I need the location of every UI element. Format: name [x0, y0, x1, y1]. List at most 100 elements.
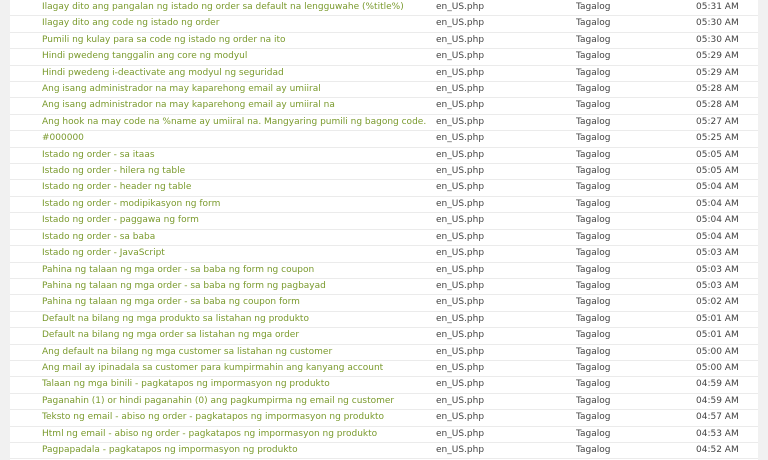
cell-file: en_US.php [436, 376, 576, 394]
translation-link[interactable]: Html ng email - abiso ng order - pagkata… [42, 429, 377, 439]
cell-time: 05:01 AM [696, 327, 758, 345]
cell-language: Tagalog [576, 278, 696, 296]
cell-time: 05:29 AM [696, 65, 758, 83]
translations-panel: Ilagay dito ang pangalan ng istado ng or… [10, 0, 758, 460]
cell-file: en_US.php [436, 311, 576, 329]
table-row: Istado ng order - JavaScript en_US.php Tag… [10, 245, 758, 263]
cell-time: 05:04 AM [696, 196, 758, 214]
cell-text: Pagpapadala - pagkatapos ng impormasyon … [10, 442, 436, 460]
translation-link[interactable]: Default na bilang ng mga produkto sa lis… [42, 314, 309, 324]
translation-link[interactable]: Hindi pwedeng tanggalin ang core ng mody… [42, 51, 247, 61]
translation-link[interactable]: Istado ng order - modipikasyon ng form [42, 199, 220, 209]
table-row: Pagpapadala - pagkatapos ng impormasyon … [10, 442, 758, 460]
table-row: Istado ng order - header ng table en_US.p… [10, 179, 758, 197]
cell-time: 05:29 AM [696, 48, 758, 66]
table-row: Ang mail ay ipinadala sa customer para k… [10, 360, 758, 378]
cell-language: Tagalog [576, 426, 696, 443]
cell-language: Tagalog [576, 163, 696, 181]
table-row: Pahina ng talaan ng mga order - sa baba … [10, 278, 758, 296]
cell-time: 05:01 AM [696, 311, 758, 329]
translation-link[interactable]: Hindi pwedeng i-deactivate ang modyul ng… [42, 68, 284, 78]
translation-link[interactable]: Istado ng order - hilera ng table [42, 166, 185, 176]
cell-language: Tagalog [576, 15, 696, 33]
cell-language: Tagalog [576, 147, 696, 165]
cell-text: Istado ng order - header ng table [10, 179, 436, 197]
cell-text: Ang mail ay ipinadala sa customer para k… [10, 360, 436, 378]
translation-link[interactable]: Istado ng order - header ng table [42, 182, 191, 192]
cell-text: Istado ng order - hilera ng table [10, 163, 436, 181]
cell-text: Ang default na bilang ng mga customer sa… [10, 344, 436, 361]
translation-link[interactable]: Ang hook na may code na %name ay umiiral… [42, 117, 426, 127]
cell-file: en_US.php [436, 130, 576, 148]
translation-link[interactable]: Pahina ng talaan ng mga order - sa baba … [42, 281, 326, 291]
table-row: Ilagay dito ang code ng istado ng order e… [10, 15, 758, 33]
cell-language: Tagalog [576, 32, 696, 50]
cell-file: en_US.php [436, 179, 576, 197]
cell-file: en_US.php [436, 147, 576, 165]
translation-link[interactable]: Istado ng order - JavaScript [42, 248, 165, 258]
cell-file: en_US.php [436, 229, 576, 247]
cell-text: Pumili ng kulay para sa code ng istado n… [10, 32, 436, 50]
translation-link[interactable]: Pumili ng kulay para sa code ng istado n… [42, 35, 286, 45]
cell-time: 05:28 AM [696, 81, 758, 99]
translation-link[interactable]: Pahina ng talaan ng mga order - sa baba … [42, 265, 314, 275]
cell-time: 04:57 AM [696, 409, 758, 427]
cell-time: 05:27 AM [696, 114, 758, 132]
cell-language: Tagalog [576, 130, 696, 148]
translation-link[interactable]: Paganahin (1) or hindi paganahin (0) ang… [42, 396, 394, 406]
cell-time: 05:00 AM [696, 360, 758, 378]
cell-language: Tagalog [576, 294, 696, 312]
translation-link[interactable]: Istado ng order - sa baba [42, 232, 155, 242]
cell-file: en_US.php [436, 442, 576, 460]
translation-link[interactable]: Ang isang administrador na may kaparehon… [42, 100, 335, 110]
cell-file: en_US.php [436, 65, 576, 83]
translation-link[interactable]: Default na bilang ng mga order sa listah… [42, 330, 299, 340]
cell-file: en_US.php [436, 0, 576, 17]
cell-file: en_US.php [436, 327, 576, 345]
translations-table-body: Ilagay dito ang pangalan ng istado ng or… [10, 0, 758, 460]
cell-text: Ang isang administrador na may kaparehon… [10, 97, 436, 115]
cell-file: en_US.php [436, 114, 576, 132]
cell-time: 05:05 AM [696, 163, 758, 181]
cell-language: Tagalog [576, 311, 696, 329]
translations-table: Ilagay dito ang pangalan ng istado ng or… [10, 0, 758, 460]
translation-link[interactable]: Talaan ng mga binili - pagkatapos ng imp… [42, 379, 330, 389]
translation-link[interactable]: #000000 [42, 133, 84, 143]
translation-link[interactable]: Ilagay dito ang pangalan ng istado ng or… [42, 2, 404, 12]
cell-language: Tagalog [576, 229, 696, 247]
translation-link[interactable]: Istado ng order - paggawa ng form [42, 215, 199, 225]
cell-text: Istado ng order - sa itaas [10, 147, 436, 165]
cell-language: Tagalog [576, 212, 696, 230]
translation-link[interactable]: Pahina ng talaan ng mga order - sa baba … [42, 297, 300, 307]
cell-time: 05:03 AM [696, 245, 758, 263]
cell-text: Ang hook na may code na %name ay umiiral… [10, 114, 436, 132]
table-row: Ang isang administrador na may kaparehon… [10, 97, 758, 115]
cell-time: 04:59 AM [696, 376, 758, 394]
table-row: Hindi pwedeng i-deactivate ang modyul ng… [10, 65, 758, 83]
table-row: Pahina ng talaan ng mga order - sa baba … [10, 262, 758, 279]
table-row: Istado ng order - modipikasyon ng form en… [10, 196, 758, 214]
table-row: Default na bilang ng mga order sa listah… [10, 327, 758, 345]
cell-text: Pahina ng talaan ng mga order - sa baba … [10, 262, 436, 279]
translation-link[interactable]: Ang default na bilang ng mga customer sa… [42, 347, 332, 357]
translation-link[interactable]: Teksto ng email - abiso ng order - pagka… [42, 412, 384, 422]
translation-link[interactable]: Ang mail ay ipinadala sa customer para k… [42, 363, 383, 373]
cell-time: 05:04 AM [696, 212, 758, 230]
cell-language: Tagalog [576, 81, 696, 99]
cell-text: Pahina ng talaan ng mga order - sa baba … [10, 294, 436, 312]
translation-link[interactable]: Ang isang administrador na may kaparehon… [42, 84, 321, 94]
table-row: Html ng email - abiso ng order - pagkata… [10, 426, 758, 443]
cell-language: Tagalog [576, 48, 696, 66]
translation-link[interactable]: Ilagay dito ang code ng istado ng order [42, 18, 219, 28]
cell-file: en_US.php [436, 409, 576, 427]
cell-language: Tagalog [576, 409, 696, 427]
cell-text: Istado ng order - JavaScript [10, 245, 436, 263]
cell-text: Hindi pwedeng tanggalin ang core ng mody… [10, 48, 436, 66]
cell-language: Tagalog [576, 245, 696, 263]
table-row: Ang default na bilang ng mga customer sa… [10, 344, 758, 361]
cell-text: Pahina ng talaan ng mga order - sa baba … [10, 278, 436, 296]
cell-text: Teksto ng email - abiso ng order - pagka… [10, 409, 436, 427]
translation-link[interactable]: Pagpapadala - pagkatapos ng impormasyon … [42, 445, 298, 455]
translation-link[interactable]: Istado ng order - sa itaas [42, 150, 155, 160]
table-row: #000000 en_US.php Tagalog 05:25 AM [10, 130, 758, 148]
